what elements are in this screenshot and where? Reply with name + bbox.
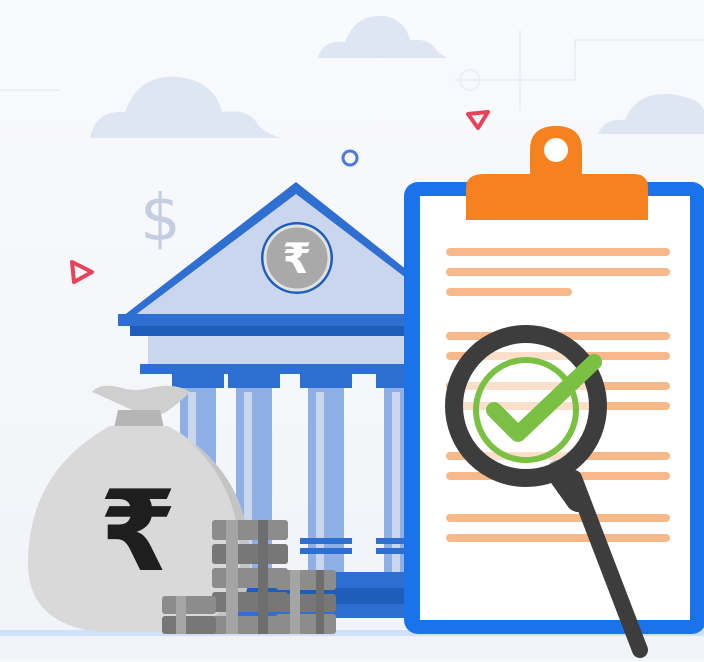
dollar-icon: $ — [140, 182, 181, 256]
svg-text:₹: ₹ — [282, 234, 311, 283]
finance-illustration: $ ₹ ₹ — [0, 0, 704, 658]
rupee-coin-icon: ₹ — [261, 222, 333, 294]
svg-text:₹: ₹ — [99, 467, 177, 597]
